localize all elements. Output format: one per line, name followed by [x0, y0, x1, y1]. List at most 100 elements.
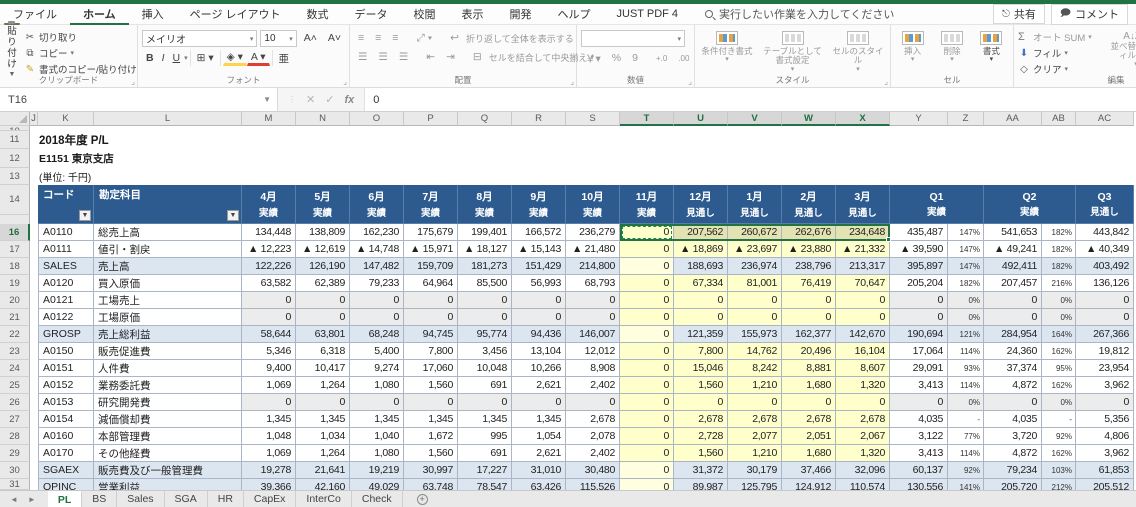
cell[interactable]: 6,318: [296, 343, 350, 360]
cell[interactable]: 0: [674, 309, 728, 326]
cell[interactable]: 121%: [948, 326, 984, 343]
sheet-subtitle-entity[interactable]: E1151 東京支店: [30, 149, 1136, 168]
cell[interactable]: ▲ 18,869: [674, 241, 728, 258]
cell[interactable]: ▲ 14,748: [350, 241, 404, 258]
percent-style-button[interactable]: %: [608, 50, 625, 66]
cell[interactable]: 2,078: [566, 428, 620, 445]
cell[interactable]: 138,809: [296, 224, 350, 241]
align-middle-button[interactable]: ≡: [371, 30, 385, 46]
header-period-7[interactable]: 10月 実績: [566, 185, 620, 224]
align-left-button[interactable]: ☰: [354, 49, 371, 65]
cell[interactable]: 1,080: [350, 377, 404, 394]
cell-code[interactable]: OPINC: [38, 479, 94, 490]
row-header-12[interactable]: 12: [0, 149, 30, 168]
cell[interactable]: 5,400: [350, 343, 404, 360]
align-center-button[interactable]: ☰: [374, 49, 391, 65]
row-header-19[interactable]: 19: [0, 275, 30, 292]
cell[interactable]: 0: [566, 292, 620, 309]
sheet-unit-note[interactable]: (単位: 千円): [30, 168, 1136, 185]
cell[interactable]: 164%: [1042, 326, 1076, 343]
ribbon-tab-JUST PDF 4[interactable]: JUST PDF 4: [604, 6, 692, 23]
wrap-text-button[interactable]: ↩: [446, 30, 463, 46]
cell[interactable]: 182%: [1042, 241, 1076, 258]
increase-decimal-button[interactable]: +.0: [652, 50, 671, 66]
cell[interactable]: 2,678: [728, 411, 782, 428]
cell[interactable]: 5,346: [242, 343, 296, 360]
cell[interactable]: 3,962: [1076, 377, 1134, 394]
cell[interactable]: 212%: [1042, 479, 1076, 490]
row-header-20[interactable]: 20: [0, 292, 30, 309]
cell[interactable]: 103%: [1042, 462, 1076, 479]
sort-filter-button[interactable]: A↓Z▽ 並べ替えとフィルター▾: [1108, 28, 1136, 74]
cell[interactable]: 3,413: [890, 377, 948, 394]
header-period-4[interactable]: 7月 実績: [404, 185, 458, 224]
cell[interactable]: 1,560: [674, 377, 728, 394]
cell[interactable]: 0: [512, 394, 566, 411]
cell[interactable]: 136,126: [1076, 275, 1134, 292]
cell[interactable]: 1,680: [782, 445, 836, 462]
cell[interactable]: 0: [512, 309, 566, 326]
cell[interactable]: 2,678: [674, 411, 728, 428]
cell[interactable]: 31,372: [674, 462, 728, 479]
cell[interactable]: ▲ 21,480: [566, 241, 620, 258]
cell[interactable]: 0: [674, 292, 728, 309]
cell[interactable]: 2,067: [836, 428, 890, 445]
font-dialog-launcher[interactable]: ⌟: [343, 77, 347, 86]
column-header-W[interactable]: W: [782, 112, 836, 126]
cell[interactable]: ▲ 15,143: [512, 241, 566, 258]
cell[interactable]: 67,334: [674, 275, 728, 292]
cell-account[interactable]: 総売上高: [94, 224, 242, 241]
column-header-N[interactable]: N: [296, 112, 350, 126]
cell[interactable]: 403,492: [1076, 258, 1134, 275]
cell[interactable]: 205,512: [1076, 479, 1134, 490]
cell[interactable]: 1,680: [782, 377, 836, 394]
format-cells-button[interactable]: 書式 ▾: [974, 28, 1009, 74]
cell[interactable]: 0: [984, 394, 1042, 411]
cell[interactable]: 10,266: [512, 360, 566, 377]
column-header-AC[interactable]: AC: [1076, 112, 1134, 126]
sheet-tab-CapEx[interactable]: CapEx: [244, 491, 297, 507]
cell[interactable]: 93%: [948, 360, 984, 377]
cell[interactable]: 89,987: [674, 479, 728, 490]
cell[interactable]: 0%: [1042, 292, 1076, 309]
cell[interactable]: 1,034: [296, 428, 350, 445]
ribbon-tab-ホーム[interactable]: ホーム: [70, 4, 129, 25]
cell-account[interactable]: その他経費: [94, 445, 242, 462]
cell[interactable]: 1,560: [404, 377, 458, 394]
cell[interactable]: 0: [782, 292, 836, 309]
row-header-24[interactable]: 24: [0, 360, 30, 377]
cell[interactable]: 17,064: [890, 343, 948, 360]
cell[interactable]: 3,413: [890, 445, 948, 462]
cell[interactable]: 0%: [1042, 309, 1076, 326]
cell[interactable]: 1,320: [836, 377, 890, 394]
cell[interactable]: 81,001: [728, 275, 782, 292]
row-header-18[interactable]: 18: [0, 258, 30, 275]
cell[interactable]: 1,048: [242, 428, 296, 445]
cell[interactable]: 284,954: [984, 326, 1042, 343]
fill-button[interactable]: ⬇ フィル ▾: [1018, 46, 1104, 61]
number-format-combo[interactable]: ▾: [581, 30, 685, 47]
cell[interactable]: 159,709: [404, 258, 458, 275]
cell[interactable]: 435,487: [890, 224, 948, 241]
cell[interactable]: 19,278: [242, 462, 296, 479]
cell[interactable]: 2,077: [728, 428, 782, 445]
column-header-V[interactable]: V: [728, 112, 782, 126]
cell[interactable]: 1,345: [404, 411, 458, 428]
cell[interactable]: ▲ 12,223: [242, 241, 296, 258]
cell[interactable]: 122,226: [242, 258, 296, 275]
cell[interactable]: 1,040: [350, 428, 404, 445]
cell[interactable]: 7,800: [674, 343, 728, 360]
cell[interactable]: 21,641: [296, 462, 350, 479]
cell[interactable]: 236,279: [566, 224, 620, 241]
fill-color-button[interactable]: ◈ ▾: [222, 50, 247, 66]
header-period-3[interactable]: 6月 実績: [350, 185, 404, 224]
ribbon-tab-ページ レイアウト[interactable]: ページ レイアウト: [177, 4, 294, 25]
column-header-J[interactable]: J: [30, 112, 38, 126]
column-header-T[interactable]: T: [620, 112, 674, 126]
cell[interactable]: 130,556: [890, 479, 948, 490]
cell[interactable]: 92%: [948, 462, 984, 479]
cell[interactable]: 4,035: [984, 411, 1042, 428]
delete-cells-button[interactable]: 削除 ▾: [934, 28, 969, 74]
cell-code[interactable]: A0153: [38, 394, 94, 411]
cell[interactable]: 141%: [948, 479, 984, 490]
